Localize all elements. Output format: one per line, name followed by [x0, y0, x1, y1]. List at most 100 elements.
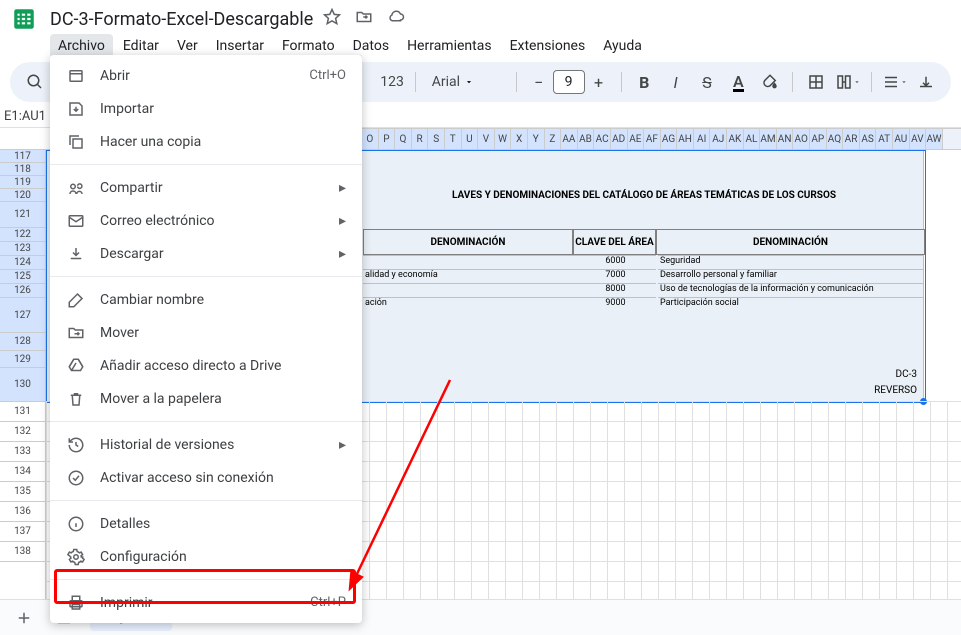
- col-header[interactable]: AT: [876, 129, 893, 149]
- col-header[interactable]: AE: [628, 129, 645, 149]
- col-header[interactable]: AV: [910, 129, 927, 149]
- col-header[interactable]: AQ: [827, 129, 844, 149]
- row-header[interactable]: 125: [0, 270, 45, 284]
- menu-item-import[interactable]: Importar: [50, 92, 362, 125]
- col-header[interactable]: AK: [727, 129, 744, 149]
- col-header[interactable]: AH: [677, 129, 694, 149]
- menu-item-share[interactable]: Compartir▸: [50, 171, 362, 204]
- row-header[interactable]: 138: [0, 542, 45, 562]
- row-header[interactable]: 121: [0, 202, 45, 228]
- col-header[interactable]: AA: [561, 129, 578, 149]
- italic-button[interactable]: I: [663, 68, 688, 96]
- row-header[interactable]: 118: [0, 163, 45, 176]
- row-header[interactable]: 131: [0, 402, 45, 422]
- col-header[interactable]: V: [478, 129, 495, 149]
- valign-button[interactable]: [914, 68, 939, 96]
- row-header[interactable]: 117: [0, 150, 45, 163]
- row-header[interactable]: 129: [0, 351, 45, 368]
- font-select[interactable]: Arial: [426, 72, 506, 92]
- col-header[interactable]: U: [462, 129, 479, 149]
- font-size-input[interactable]: [553, 70, 585, 94]
- col-header[interactable]: AL: [744, 129, 761, 149]
- col-header[interactable]: AJ: [710, 129, 727, 149]
- col-header[interactable]: AS: [860, 129, 877, 149]
- col-header[interactable]: AP: [810, 129, 827, 149]
- col-header[interactable]: X: [511, 129, 528, 149]
- menu-item-mail[interactable]: Correo electrónico▸: [50, 204, 362, 237]
- col-header[interactable]: AD: [611, 129, 628, 149]
- menu-item-print[interactable]: ImprimirCtrl+P: [50, 586, 362, 619]
- menu-item-label: Añadir acceso directo a Drive: [100, 358, 346, 374]
- sheets-logo[interactable]: [8, 3, 40, 35]
- menu-item-move[interactable]: Mover: [50, 316, 362, 349]
- col-header[interactable]: AF: [644, 129, 661, 149]
- menu-item-offline[interactable]: Activar acceso sin conexión: [50, 461, 362, 494]
- format-num[interactable]: 123: [379, 68, 404, 96]
- menu-shortcut: Ctrl+O: [309, 68, 346, 83]
- menu-item-trash[interactable]: Mover a la papelera: [50, 382, 362, 415]
- row-header[interactable]: 136: [0, 502, 45, 522]
- text-color-button[interactable]: A: [726, 68, 751, 96]
- col-header[interactable]: Z: [545, 129, 562, 149]
- menu-item-copy[interactable]: Hacer una copia: [50, 125, 362, 158]
- row-header[interactable]: 126: [0, 284, 45, 298]
- row-header[interactable]: 124: [0, 256, 45, 270]
- add-sheet-button[interactable]: [10, 604, 38, 632]
- menu-extensiones[interactable]: Extensiones: [502, 34, 594, 58]
- row-header[interactable]: 120: [0, 189, 45, 202]
- font-size-dec[interactable]: −: [527, 70, 551, 94]
- menu-item-gear[interactable]: Configuración: [50, 540, 362, 573]
- move-icon[interactable]: [355, 8, 373, 30]
- borders-button[interactable]: [803, 68, 828, 96]
- row-header[interactable]: 130: [0, 368, 45, 402]
- col-header[interactable]: AB: [578, 129, 595, 149]
- row-header[interactable]: 137: [0, 522, 45, 542]
- star-icon[interactable]: [323, 8, 341, 30]
- col-header[interactable]: AI: [694, 129, 711, 149]
- col-header[interactable]: O: [362, 129, 379, 149]
- merge-button[interactable]: [835, 68, 861, 96]
- menu-item-info[interactable]: Detalles: [50, 507, 362, 540]
- col-header[interactable]: AR: [843, 129, 860, 149]
- col-header[interactable]: AG: [661, 129, 678, 149]
- history-icon: [66, 435, 86, 455]
- row-header[interactable]: 133: [0, 442, 45, 462]
- col-header[interactable]: AW: [926, 129, 943, 149]
- row-header[interactable]: 127: [0, 298, 45, 333]
- row-header[interactable]: 123: [0, 242, 45, 256]
- col-header[interactable]: Q: [395, 129, 412, 149]
- cloud-icon[interactable]: [387, 8, 405, 30]
- bold-button[interactable]: B: [632, 68, 657, 96]
- col-header[interactable]: S: [428, 129, 445, 149]
- col-header[interactable]: AO: [793, 129, 810, 149]
- search-icon[interactable]: [22, 68, 47, 96]
- col-header[interactable]: AM: [760, 129, 777, 149]
- menu-item-history[interactable]: Historial de versiones▸: [50, 428, 362, 461]
- col-header[interactable]: P: [379, 129, 396, 149]
- menu-ayuda[interactable]: Ayuda: [595, 34, 650, 58]
- col-header[interactable]: R: [412, 129, 429, 149]
- col-header[interactable]: Y: [528, 129, 545, 149]
- fill-color-button[interactable]: [757, 68, 782, 96]
- row-header[interactable]: 135: [0, 482, 45, 502]
- col-header[interactable]: W: [495, 129, 512, 149]
- row-header[interactable]: 132: [0, 422, 45, 442]
- name-box[interactable]: E1:AU1: [4, 109, 46, 124]
- menu-item-download[interactable]: Descargar▸: [50, 237, 362, 270]
- menu-item-open[interactable]: AbrirCtrl+O: [50, 59, 362, 92]
- col-header[interactable]: AU: [893, 129, 910, 149]
- row-header[interactable]: 128: [0, 333, 45, 351]
- strike-button[interactable]: S: [694, 68, 719, 96]
- col-header[interactable]: AC: [594, 129, 611, 149]
- font-size-inc[interactable]: +: [587, 70, 611, 94]
- menu-item-rename[interactable]: Cambiar nombre: [50, 283, 362, 316]
- doc-title[interactable]: DC-3-Formato-Excel-Descargable: [50, 9, 313, 30]
- row-header[interactable]: 134: [0, 462, 45, 482]
- row-header[interactable]: 122: [0, 228, 45, 242]
- menu-item-drive[interactable]: Añadir acceso directo a Drive: [50, 349, 362, 382]
- row-header[interactable]: 119: [0, 176, 45, 189]
- menu-herramientas[interactable]: Herramientas: [399, 34, 500, 58]
- col-header[interactable]: AN: [777, 129, 794, 149]
- col-header[interactable]: T: [445, 129, 462, 149]
- halign-button[interactable]: [882, 68, 908, 96]
